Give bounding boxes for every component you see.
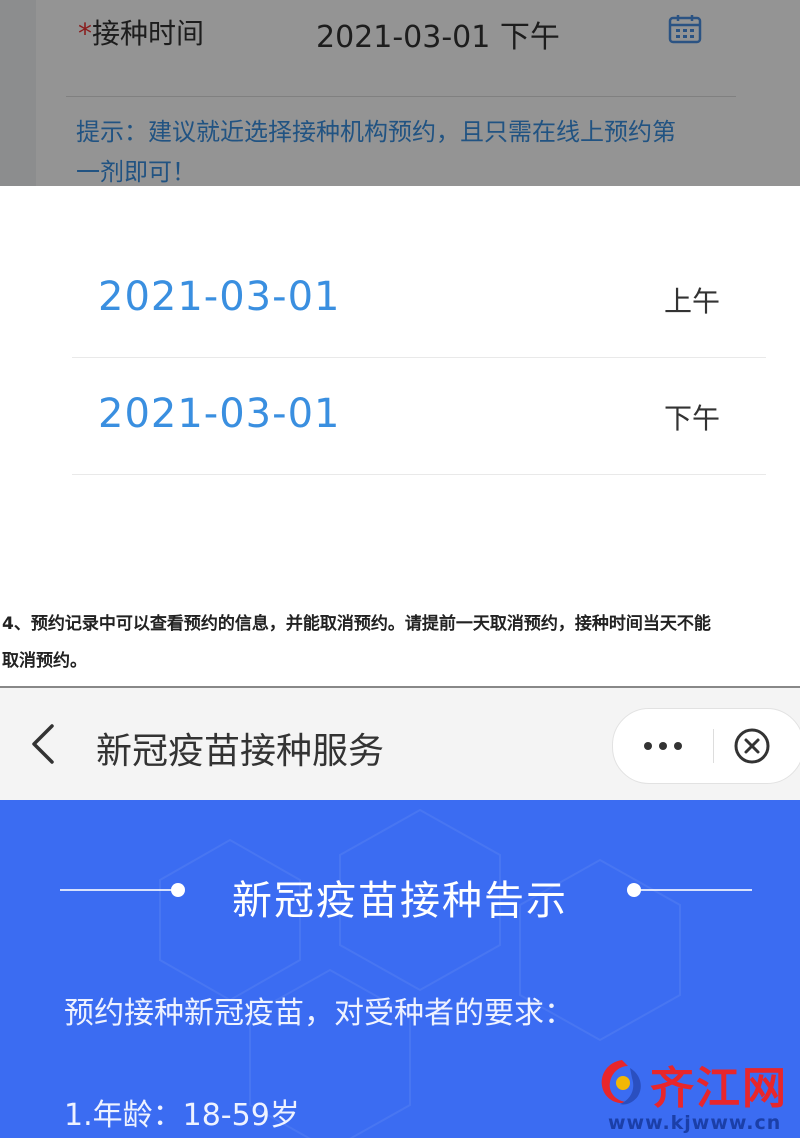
title-decoration-right	[627, 883, 752, 897]
more-options-icon[interactable]	[613, 709, 713, 783]
notice-intro: 预约接种新冠疫苗，对受种者的要求：	[64, 996, 574, 1031]
caption-line-1: 4、预约记录中可以查看预约的信息，并能取消预约。请提前一天取消预约，接种时间当天…	[2, 614, 711, 634]
watermark-url: www.kjwww.cn	[608, 1112, 782, 1134]
option-date: 2021-03-01	[98, 391, 341, 437]
date-option-afternoon[interactable]: 2021-03-01 下午	[72, 357, 766, 475]
mini-program-capsule	[612, 708, 800, 784]
watermark-brand: 齐江网	[650, 1063, 788, 1114]
back-arrow-icon[interactable]	[28, 722, 58, 766]
site-watermark: 齐江网 www.kjwww.cn	[596, 1054, 800, 1138]
date-picker-sheet: 2021-03-01 上午 2021-03-01 下午	[0, 186, 800, 606]
close-icon[interactable]	[733, 727, 771, 765]
date-option-morning[interactable]: 2021-03-01 上午	[72, 240, 766, 358]
capsule-divider	[713, 729, 714, 763]
article-caption: 4、预约记录中可以查看预约的信息，并能取消预约。请提前一天取消预约，接种时间当天…	[0, 606, 800, 686]
site-logo-icon	[601, 1060, 641, 1105]
caption-line-2: 取消预约。	[2, 651, 87, 671]
option-date: 2021-03-01	[98, 274, 341, 320]
age-requirement: 1.年龄：18-59岁	[64, 1098, 300, 1133]
appointment-form-background: *接种时间 2021-03-01 下午 提示：建议就近选择接种机构预约，且只需在…	[0, 0, 800, 186]
modal-overlay[interactable]	[0, 0, 800, 186]
option-period: 下午	[663, 402, 720, 435]
option-period: 上午	[663, 285, 720, 318]
mini-program-navbar: 新冠疫苗接种服务	[0, 688, 800, 800]
page-title: 新冠疫苗接种服务	[96, 731, 385, 772]
